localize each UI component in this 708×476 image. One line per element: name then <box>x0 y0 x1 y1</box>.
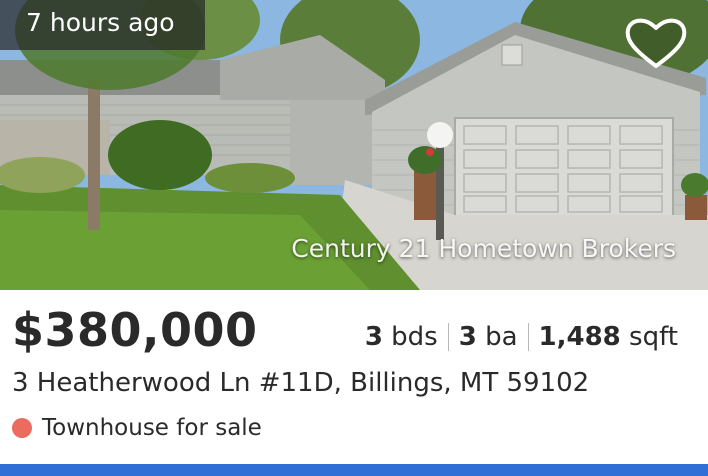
beds-fact: 3 bds <box>365 322 438 352</box>
fact-divider <box>527 323 529 351</box>
sqft-fact: 1,488 sqft <box>539 322 678 352</box>
listing-status: Townhouse for sale <box>12 415 262 441</box>
listing-photo[interactable]: 7 hours ago Century 21 Hometown Brokers <box>0 0 708 290</box>
baths-fact: 3 ba <box>459 322 518 352</box>
listing-card[interactable]: 7 hours ago Century 21 Hometown Brokers … <box>0 0 708 476</box>
listing-facts: 3 bds 3 ba 1,488 sqft <box>365 322 678 352</box>
status-label: Townhouse for sale <box>42 415 262 441</box>
sqft-unit: sqft <box>629 322 678 352</box>
favorite-heart-icon[interactable] <box>624 14 688 70</box>
beds-unit: bds <box>391 322 438 352</box>
fact-divider <box>447 323 449 351</box>
photo-credit-watermark: Century 21 Hometown Brokers <box>291 234 676 263</box>
card-accent-bar <box>0 464 708 476</box>
status-dot-icon <box>12 418 32 438</box>
listing-price: $380,000 <box>12 303 258 357</box>
beds-value: 3 <box>364 322 383 352</box>
listing-age-badge: 7 hours ago <box>0 0 205 50</box>
listing-address[interactable]: 3 Heatherwood Ln #11D, Billings, MT 5910… <box>12 368 589 398</box>
baths-unit: ba <box>485 322 518 352</box>
sqft-value: 1,488 <box>538 322 621 352</box>
baths-value: 3 <box>458 322 477 352</box>
